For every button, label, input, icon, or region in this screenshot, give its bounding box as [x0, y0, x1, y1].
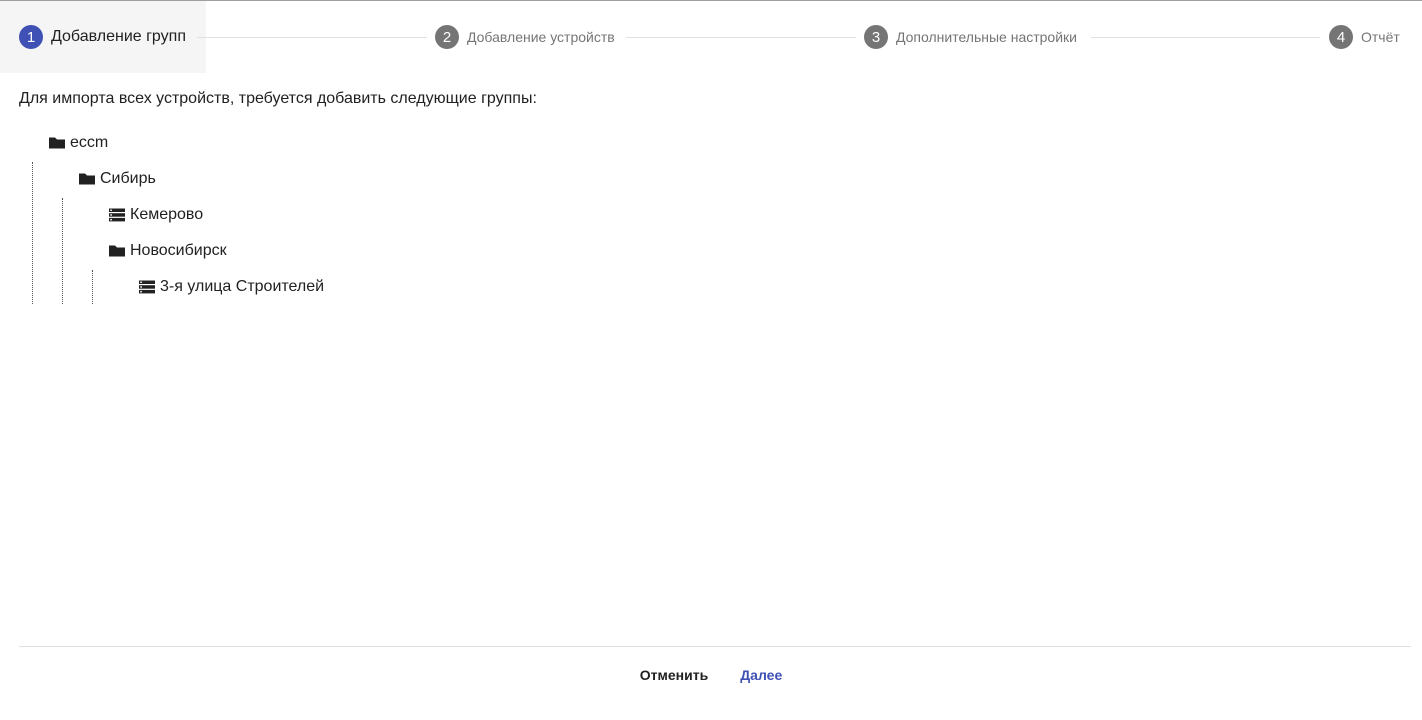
tree-node-kemerovo[interactable]: Кемерово	[108, 197, 203, 233]
tree-node-label: eccm	[70, 134, 109, 151]
server-icon	[138, 279, 160, 295]
folder-icon	[108, 243, 130, 259]
tree-node-label: 3-я улица Строителей	[160, 278, 325, 295]
footer-divider	[19, 646, 1411, 647]
footer-actions: Отменить Далее	[0, 657, 1422, 693]
intro-text: Для импорта всех устройств, требуется до…	[19, 90, 537, 107]
tree-guide-line	[32, 162, 33, 304]
step-4[interactable]: 4 Отчёт	[1329, 1, 1400, 73]
step-2[interactable]: 2 Добавление устройств	[435, 1, 615, 73]
tree-node-label: Кемерово	[130, 206, 204, 223]
server-icon	[108, 207, 130, 223]
step-3-label: Дополнительные настройки	[896, 29, 1077, 45]
step-1-label: Добавление групп	[51, 28, 186, 45]
step-2-number: 2	[435, 25, 459, 49]
cancel-button[interactable]: Отменить	[632, 659, 716, 691]
step-4-label: Отчёт	[1361, 29, 1400, 45]
step-4-number: 4	[1329, 25, 1353, 49]
step-3-number: 3	[864, 25, 888, 49]
tree-node-builders-street[interactable]: 3-я улица Строителей	[138, 269, 324, 305]
folder-icon	[48, 135, 70, 151]
stepper: 1 Добавление групп 2 Добавление устройст…	[0, 1, 1422, 73]
tree-node-siberia[interactable]: Сибирь	[78, 161, 156, 197]
step-3[interactable]: 3 Дополнительные настройки	[864, 1, 1077, 73]
folder-icon	[78, 171, 100, 187]
tree-guide-line	[92, 270, 93, 304]
import-wizard: 1 Добавление групп 2 Добавление устройст…	[0, 0, 1422, 720]
step-connector	[197, 37, 427, 38]
tree-guide-line	[62, 198, 63, 304]
tree-node-novosibirsk[interactable]: Новосибирск	[108, 233, 227, 269]
next-button[interactable]: Далее	[732, 659, 790, 691]
step-connector	[1091, 37, 1320, 38]
tree-node-label: Сибирь	[100, 170, 156, 187]
step-connector	[626, 37, 856, 38]
group-tree: eccm Сибирь Кемерово Новосибирск 3-я ули…	[0, 125, 700, 315]
tree-node-eccm[interactable]: eccm	[48, 125, 108, 161]
step-1-number: 1	[19, 25, 43, 49]
step-1[interactable]: 1 Добавление групп	[0, 1, 206, 73]
step-2-label: Добавление устройств	[467, 29, 615, 45]
tree-node-label: Новосибирск	[130, 242, 227, 259]
